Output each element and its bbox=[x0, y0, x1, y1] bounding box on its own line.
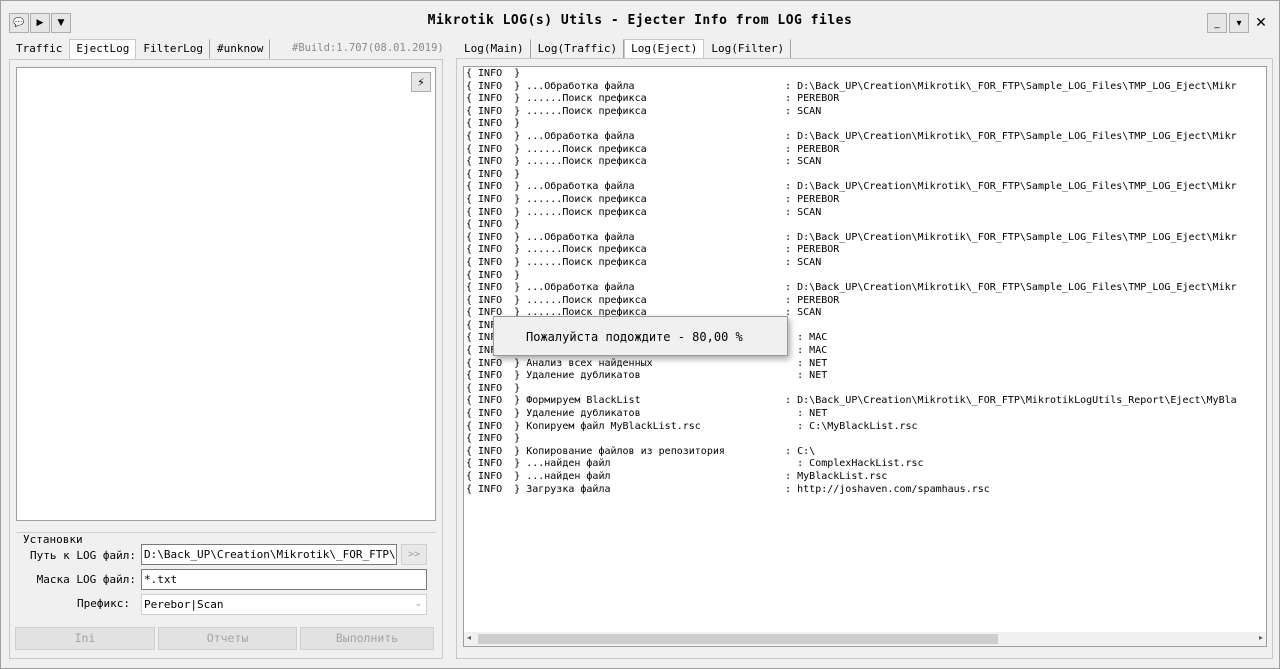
scroll-thumb[interactable] bbox=[478, 634, 998, 644]
maximize-button[interactable]: ▾ bbox=[1229, 13, 1249, 33]
log-line: { INFO } Удаление дубликатов : NET bbox=[466, 370, 828, 382]
path-field[interactable]: D:\Back_UP\Creation\Mikrotik\_FOR_FTP\Sa bbox=[141, 544, 397, 565]
mask-field[interactable]: *.txt bbox=[141, 569, 427, 590]
log-line: { INFO } ...Обработка файла : D:\Back_UP… bbox=[466, 231, 1237, 243]
log-line: { INFO } Загрузка файла : http://joshave… bbox=[466, 483, 990, 495]
prefix-value: Perebor|Scan bbox=[144, 598, 224, 611]
log-line: { INFO } Анализ всех найденных : NET bbox=[466, 357, 828, 369]
scroll-right-icon[interactable]: ▸ bbox=[1259, 633, 1263, 642]
path-label: Путь к LOG файл: bbox=[30, 549, 136, 562]
run-button[interactable]: Выполнить bbox=[300, 627, 434, 650]
log-lines: { INFO }{ INFO } ...Обработка файла : D:… bbox=[466, 68, 1256, 496]
tab-traffic[interactable]: Traffic bbox=[9, 39, 69, 59]
reports-button[interactable]: Отчеты bbox=[158, 627, 297, 650]
tab-filterlog[interactable]: FilterLog bbox=[136, 39, 210, 59]
eject-log-panel: ⚡ Установки Путь к LOG файл: D:\Back_UP\… bbox=[9, 59, 443, 659]
tab-log-filter[interactable]: Log(Filter) bbox=[704, 39, 792, 59]
tab-log-main[interactable]: Log(Main) bbox=[457, 39, 531, 59]
app-window: 💬 ▶ ▼ Mikrotik LOG(s) Utils - Ejecter In… bbox=[0, 0, 1280, 669]
tab-unknow[interactable]: #unknow bbox=[210, 39, 271, 59]
log-line: { INFO } ......Поиск префикса : PEREBOR bbox=[466, 193, 840, 205]
log-line: { INFO } ......Поиск префикса : SCAN bbox=[466, 206, 822, 218]
build-label: #Build:1.707(08.01.2019) bbox=[292, 42, 444, 54]
right-tab-bar: Log(Main) Log(Traffic) Log(Eject) Log(Fi… bbox=[457, 39, 792, 59]
log-line: { INFO } Копируем файл MyBlackList.rsc :… bbox=[466, 420, 918, 432]
progress-popup: Пожалуйста подождите - 80,00 % bbox=[493, 316, 788, 356]
log-line: { INFO } ......Поиск префикса : SCAN bbox=[466, 105, 822, 117]
mask-label: Маска LOG файл: bbox=[36, 573, 136, 586]
chevron-down-icon: ⌄ bbox=[414, 599, 422, 609]
log-line: { INFO } ...Обработка файла : D:\Back_UP… bbox=[466, 181, 1237, 193]
log-line: { INFO } ......Поиск префикса : PEREBOR bbox=[466, 244, 840, 256]
close-button[interactable]: ✕ bbox=[1251, 13, 1271, 33]
horizontal-scrollbar[interactable]: ◂ ▸ bbox=[464, 632, 1266, 646]
log-line: { INFO } bbox=[466, 68, 521, 79]
log-line: { INFO } bbox=[466, 382, 521, 394]
minimize-button[interactable]: _ bbox=[1207, 13, 1227, 33]
prefix-label: Префикс: bbox=[77, 597, 130, 610]
tab-log-traffic[interactable]: Log(Traffic) bbox=[531, 39, 625, 59]
log-line: { INFO } ......Поиск префикса : PEREBOR bbox=[466, 143, 840, 155]
log-line: { INFO } bbox=[466, 269, 521, 281]
scroll-left-icon[interactable]: ◂ bbox=[467, 633, 471, 642]
log-line: { INFO } ...найден файл : ComplexHackLis… bbox=[466, 458, 924, 470]
log-line: { INFO } ...Обработка файла : D:\Back_UP… bbox=[466, 80, 1237, 92]
log-line: { INFO } Формируем BlackList : D:\Back_U… bbox=[466, 395, 1237, 407]
browse-button[interactable]: >> bbox=[401, 544, 427, 565]
log-panel: { INFO }{ INFO } ...Обработка файла : D:… bbox=[456, 58, 1273, 659]
log-line: { INFO } Удаление дубликатов : NET bbox=[466, 408, 828, 420]
log-line: { INFO } ......Поиск префикса : PEREBOR bbox=[466, 294, 840, 306]
window-controls: _ ▾ ✕ bbox=[1205, 13, 1271, 33]
log-line: { INFO } bbox=[466, 118, 521, 130]
log-line: { INFO } ......Поиск префикса : PEREBOR bbox=[466, 93, 840, 105]
eject-list[interactable]: ⚡ bbox=[16, 67, 436, 521]
log-line: { INFO } ......Поиск префикса : SCAN bbox=[466, 256, 822, 268]
left-tab-bar: Traffic EjectLog FilterLog #unknow bbox=[9, 39, 271, 59]
log-line: { INFO } Копирование файлов из репозитор… bbox=[466, 445, 816, 457]
log-line: { INFO } bbox=[466, 219, 521, 231]
settings-legend: Установки bbox=[23, 533, 83, 546]
log-line: { INFO } ...найден файл : MyBlackList.rs… bbox=[466, 471, 888, 482]
pin-icon[interactable]: ⚡ bbox=[411, 72, 431, 92]
title-bar: 💬 ▶ ▼ Mikrotik LOG(s) Utils - Ejecter In… bbox=[1, 1, 1279, 37]
log-line: { INFO } bbox=[466, 433, 521, 445]
log-line: { INFO } ...Обработка файла : D:\Back_UP… bbox=[466, 130, 1237, 142]
prefix-select[interactable]: Perebor|Scan ⌄ bbox=[141, 594, 427, 615]
log-line: { INFO } bbox=[466, 168, 521, 180]
tab-log-eject[interactable]: Log(Eject) bbox=[624, 39, 705, 59]
tab-ejectlog[interactable]: EjectLog bbox=[69, 39, 137, 59]
log-line: { INFO } ...Обработка файла : D:\Back_UP… bbox=[466, 282, 1237, 294]
window-title: Mikrotik LOG(s) Utils - Ejecter Info fro… bbox=[427, 13, 853, 28]
ini-button[interactable]: Ini bbox=[15, 627, 155, 650]
log-line: { INFO } ......Поиск префикса : SCAN bbox=[466, 156, 822, 168]
